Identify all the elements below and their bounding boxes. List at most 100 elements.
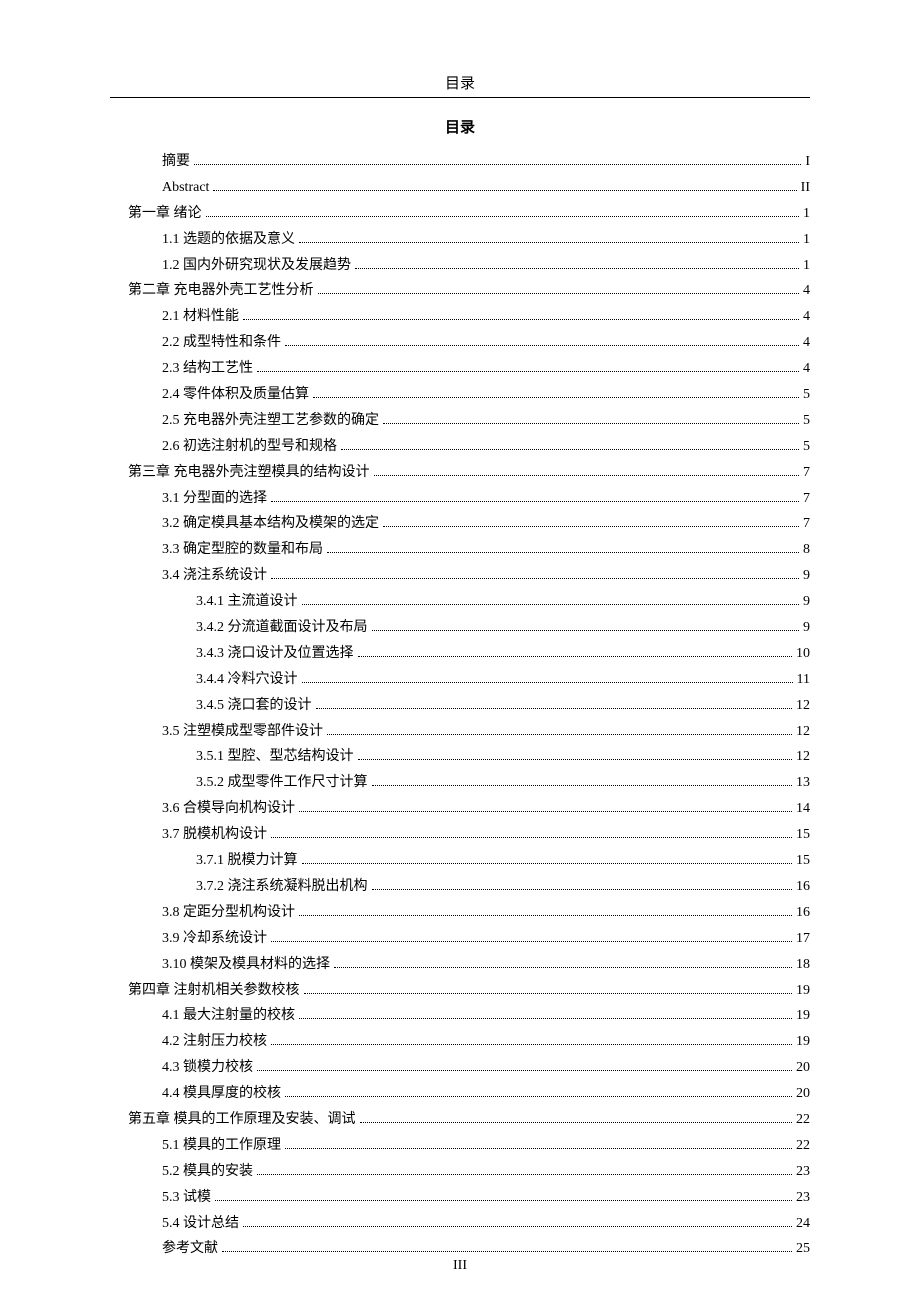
toc-page: 17 — [796, 926, 810, 952]
toc-entry: 3.4.1 主流道设计 9 — [110, 589, 810, 615]
toc-page: 4 — [803, 278, 810, 304]
toc-page: 22 — [796, 1133, 810, 1159]
toc-leader — [271, 492, 799, 501]
toc-label: 3.5.1 型腔、型芯结构设计 — [196, 744, 354, 770]
toc-leader — [194, 156, 801, 165]
toc-page: 15 — [796, 822, 810, 848]
toc-leader — [334, 958, 792, 967]
toc-label: 2.6 初选注射机的型号和规格 — [162, 434, 337, 460]
toc-label: 4.2 注射压力校核 — [162, 1029, 267, 1055]
toc-entry: 5.3 试模23 — [110, 1185, 810, 1211]
toc-entry: 3.10 模架及模具材料的选择 18 — [110, 952, 810, 978]
toc-leader — [327, 725, 792, 734]
toc-leader — [358, 648, 793, 657]
toc-label: 3.2 确定模具基本结构及模架的选定 — [162, 511, 379, 537]
toc-page: 4 — [803, 356, 810, 382]
toc-label: 2.3 结构工艺性 — [162, 356, 253, 382]
toc-label: 3.5.2 成型零件工作尺寸计算 — [196, 770, 368, 796]
toc-entry: 5.2 模具的安装23 — [110, 1159, 810, 1185]
toc-label: 3.4.4 冷料穴设计 — [196, 667, 298, 693]
toc-label: 3.4.1 主流道设计 — [196, 589, 298, 615]
toc-page: 4 — [803, 330, 810, 356]
toc-entry: 第二章 充电器外壳工艺性分析4 — [110, 278, 810, 304]
toc-page: 7 — [803, 460, 810, 486]
toc-label: Abstract — [162, 175, 209, 201]
toc-leader — [243, 311, 799, 320]
toc-entry: 2.2 成型特性和条件4 — [110, 330, 810, 356]
toc-page: 22 — [796, 1107, 810, 1133]
toc-entry: 4.3 锁模力校核20 — [110, 1055, 810, 1081]
toc-page: 24 — [796, 1211, 810, 1237]
toc-leader — [215, 1191, 792, 1200]
toc-entry: 摘要I — [110, 149, 810, 175]
toc-leader — [355, 259, 799, 268]
toc-entry: 3.5.2 成型零件工作尺寸计算13 — [110, 770, 810, 796]
toc-leader — [316, 699, 793, 708]
toc-leader — [302, 596, 800, 605]
toc-entry: 第五章 模具的工作原理及安装、调试22 — [110, 1107, 810, 1133]
toc-page: 14 — [796, 796, 810, 822]
toc-leader — [257, 363, 799, 372]
page: 目录 目录 摘要IAbstractII第一章 绪论11.1 选题的依据及意义11… — [0, 0, 920, 1302]
toc-leader — [285, 1088, 792, 1097]
toc-entry: 第三章 充电器外壳注塑模具的结构设计7 — [110, 460, 810, 486]
toc-label: 1.2 国内外研究现状及发展趋势 — [162, 253, 351, 279]
toc-label: 3.4.5 浇口套的设计 — [196, 693, 312, 719]
toc-entry: 5.4 设计总结24 — [110, 1211, 810, 1237]
toc-label: 3.4.2 分流道截面设计及布局 — [196, 615, 368, 641]
toc-leader — [302, 855, 793, 864]
toc-entry: 第四章 注射机相关参数校核19 — [110, 978, 810, 1004]
toc-page: 1 — [803, 201, 810, 227]
toc-label: 3.4.3 浇口设计及位置选择 — [196, 641, 354, 667]
toc-entry: 2.6 初选注射机的型号和规格 5 — [110, 434, 810, 460]
toc-page: 5 — [803, 382, 810, 408]
toc-leader — [271, 829, 792, 838]
toc-entry: 1.1 选题的依据及意义1 — [110, 227, 810, 253]
toc-entry: 3.2 确定模具基本结构及模架的选定 7 — [110, 511, 810, 537]
toc-entry: 3.4.3 浇口设计及位置选择10 — [110, 641, 810, 667]
toc-leader — [341, 440, 799, 449]
toc-page: 9 — [803, 589, 810, 615]
page-title: 目录 — [110, 116, 810, 137]
toc-page: 9 — [803, 615, 810, 641]
toc-entry: 4.2 注射压力校核19 — [110, 1029, 810, 1055]
toc-entry: 3.7 脱模机构设计15 — [110, 822, 810, 848]
toc-page: 19 — [796, 1003, 810, 1029]
toc-page: II — [801, 175, 810, 201]
toc-leader — [313, 389, 799, 398]
toc-label: 2.4 零件体积及质量估算 — [162, 382, 309, 408]
toc-entry: 2.4 零件体积及质量估算 5 — [110, 382, 810, 408]
toc-entry: 2.1 材料性能4 — [110, 304, 810, 330]
toc-page: 5 — [803, 434, 810, 460]
toc-page: 5 — [803, 408, 810, 434]
toc-label: 3.1 分型面的选择 — [162, 486, 267, 512]
toc-entry: 3.5.1 型腔、型芯结构设计12 — [110, 744, 810, 770]
toc-leader — [206, 207, 800, 216]
toc-entry: 2.5 充电器外壳注塑工艺参数的确定5 — [110, 408, 810, 434]
toc-label: 3.10 模架及模具材料的选择 — [162, 952, 330, 978]
table-of-contents: 摘要IAbstract II 第一章 绪论 11.1 选题的依据及意义11.2 国内外… — [110, 149, 810, 1262]
toc-entry: 4.1 最大注射量的校核19 — [110, 1003, 810, 1029]
header-rule — [110, 97, 810, 98]
toc-page: 23 — [796, 1159, 810, 1185]
toc-page: I — [805, 149, 810, 175]
toc-entry: 3.4.2 分流道截面设计及布局 9 — [110, 615, 810, 641]
toc-leader — [222, 1243, 792, 1252]
toc-leader — [257, 1062, 792, 1071]
toc-page: 1 — [803, 253, 810, 279]
toc-label: 3.5 注塑模成型零部件设计 — [162, 719, 323, 745]
toc-entry: 3.4 浇注系统设计9 — [110, 563, 810, 589]
toc-page: 23 — [796, 1185, 810, 1211]
toc-leader — [304, 984, 793, 993]
toc-page: 7 — [803, 511, 810, 537]
running-header: 目录 — [110, 72, 810, 93]
toc-leader — [243, 1217, 792, 1226]
toc-label: 第一章 绪论 — [128, 201, 202, 227]
toc-page: 12 — [796, 719, 810, 745]
toc-entry: 3.3 确定型腔的数量和布局8 — [110, 537, 810, 563]
toc-page: 15 — [796, 848, 810, 874]
toc-page: 18 — [796, 952, 810, 978]
toc-leader — [383, 518, 799, 527]
toc-label: 第四章 注射机相关参数校核 — [128, 978, 300, 1004]
toc-page: 7 — [803, 486, 810, 512]
